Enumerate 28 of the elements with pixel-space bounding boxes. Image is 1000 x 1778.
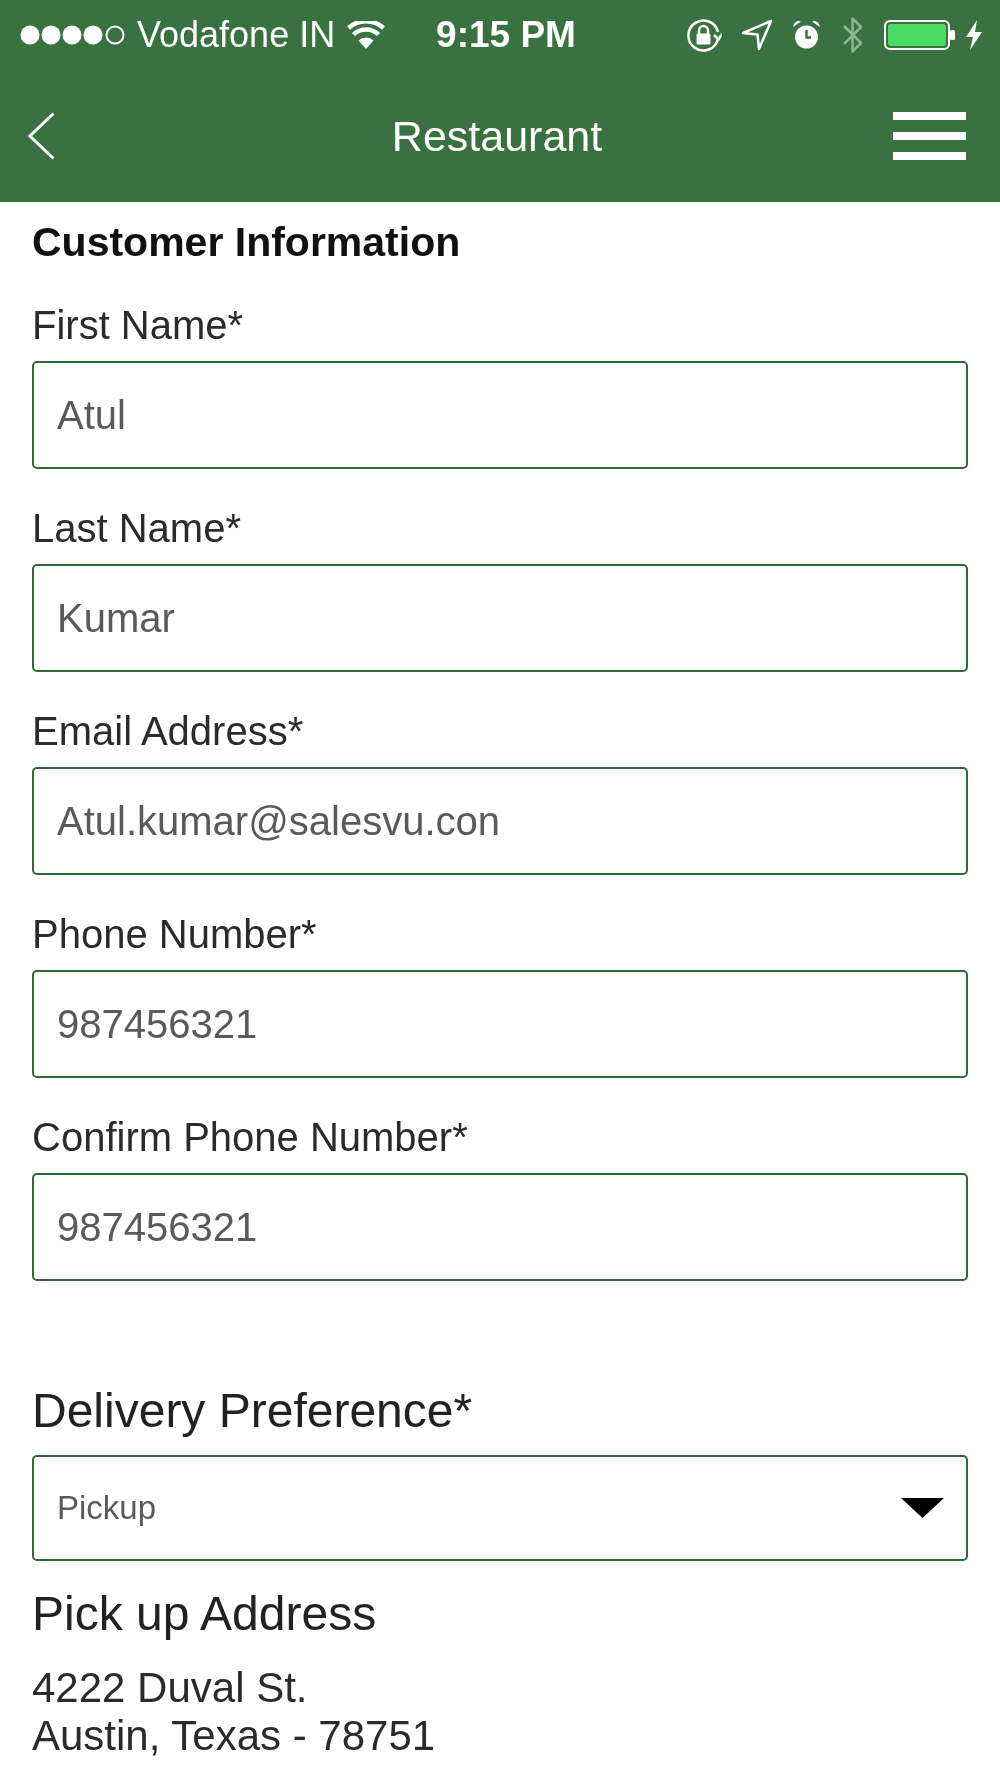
field-label: Email Address* (32, 708, 305, 755)
rotation-lock-icon (685, 16, 722, 54)
caret-down-icon (901, 1498, 944, 1518)
section-heading: Pick up Address (32, 1586, 378, 1642)
chevron-left-icon[interactable] (28, 112, 55, 160)
carrier-name: Vodafone IN (137, 13, 336, 57)
location-arrow-icon (741, 19, 773, 51)
text-field[interactable]: 987456321 (32, 970, 968, 1078)
field-label: Last Name* (32, 505, 242, 552)
wifi-icon (347, 21, 386, 49)
address-line: 4222 Duval St. (32, 1664, 309, 1712)
address-line: Austin, Texas - 78751 (32, 1712, 437, 1760)
field-label: Confirm Phone Number* (32, 1114, 469, 1161)
text-field[interactable]: Kumar (32, 564, 968, 672)
dropdown[interactable]: Pickup (32, 1455, 968, 1561)
text-field[interactable]: 987456321 (32, 1173, 968, 1281)
battery-icon (884, 20, 957, 50)
screen-title: Restaurant (391, 111, 603, 162)
field-label: Delivery Preference* (32, 1383, 474, 1439)
menu-icon[interactable] (893, 112, 966, 160)
text-field[interactable]: Atul (32, 361, 968, 469)
clock-time: 9:15 PM (435, 13, 576, 57)
field-label: First Name* (32, 302, 245, 349)
field-label: Phone Number* (32, 911, 318, 958)
signal-icon (20, 25, 125, 45)
text-field[interactable]: Atul.kumar@salesvu.con (32, 767, 968, 875)
alarm-clock-icon (792, 20, 821, 50)
section-heading: Customer Information (32, 218, 462, 266)
